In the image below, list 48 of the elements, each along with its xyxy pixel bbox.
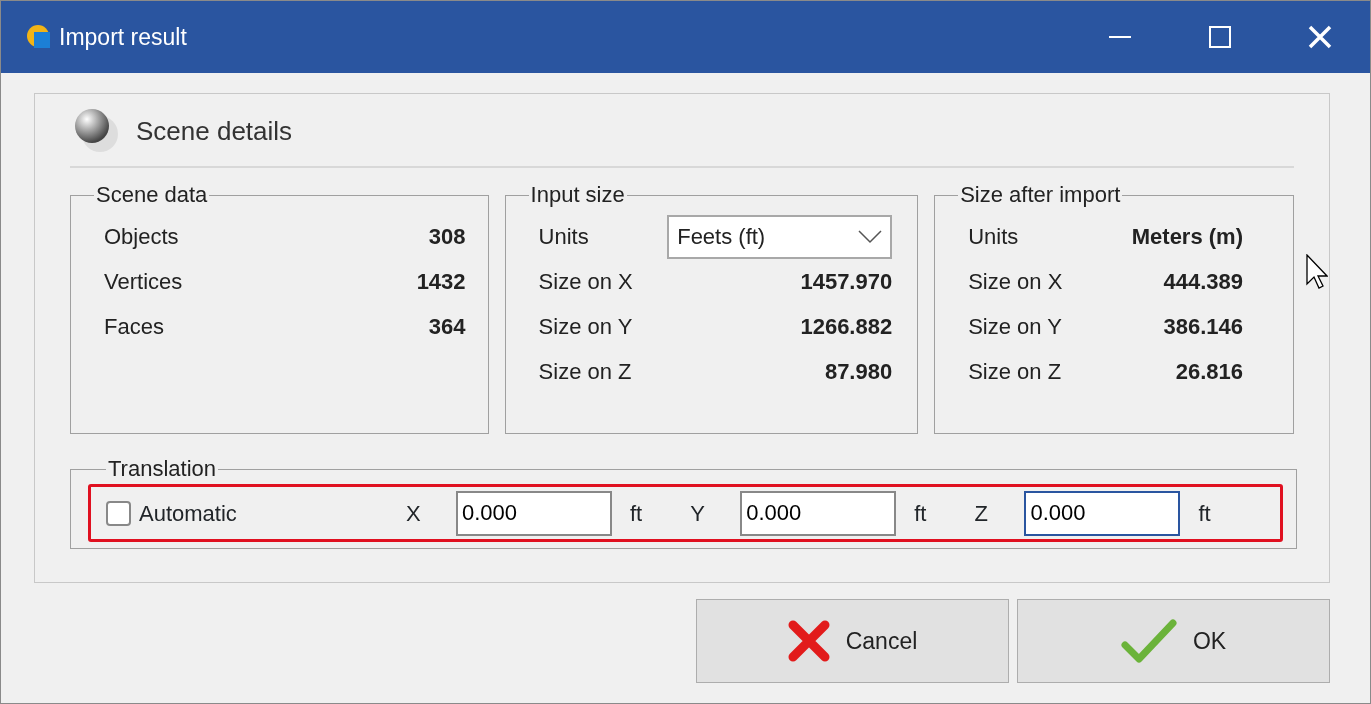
field-value: 364: [428, 313, 466, 341]
field-label: Faces: [104, 313, 164, 341]
unit-label: ft: [1198, 499, 1211, 528]
maximize-icon: [1209, 26, 1231, 48]
field-label: Size on Y: [968, 313, 1062, 341]
close-icon: [1308, 25, 1332, 49]
app-icon: [25, 24, 51, 50]
number-field[interactable]: 0.000: [740, 490, 897, 536]
minimize-icon: [1109, 35, 1131, 39]
field-value: 444.389: [1163, 268, 1243, 296]
group-title: Translation: [107, 458, 217, 480]
field-label: Size on Z: [968, 358, 1062, 386]
field-label: Size on X: [538, 268, 633, 296]
unit-label: ft: [914, 499, 927, 528]
window-title: Import result: [59, 22, 187, 52]
axis-label: Y: [690, 499, 706, 528]
section-title: Scene details: [136, 114, 293, 148]
cross-icon: [787, 620, 830, 662]
axis-label: Z: [974, 499, 989, 528]
ok-button[interactable]: OK: [1017, 599, 1330, 683]
number-field[interactable]: 0.000: [456, 490, 612, 536]
field-value: 386.146: [1163, 313, 1243, 341]
field-label: Vertices: [104, 268, 183, 296]
field-label: Size on Y: [538, 313, 633, 341]
number-field[interactable]: 0.000: [1024, 490, 1181, 536]
axis-label: X: [406, 499, 422, 528]
group-title: Input size: [529, 184, 626, 206]
checkmark-icon: [1120, 619, 1177, 663]
cancel-button[interactable]: Cancel: [696, 599, 1009, 683]
field-label: Size on X: [968, 268, 1063, 296]
field-value: 1457.970: [800, 268, 893, 296]
field-label: Objects: [104, 223, 179, 251]
mouse-pointer-icon: [1306, 254, 1328, 290]
group-title: Size after import: [959, 184, 1122, 206]
field-label: Units: [538, 223, 589, 251]
field-label: Units: [968, 223, 1019, 251]
field-label: Size on Z: [538, 358, 632, 386]
field-value: 308: [428, 223, 466, 251]
field-value: 26.816: [1175, 358, 1243, 386]
unit-label: ft: [630, 499, 643, 528]
field-value: 87.980: [824, 358, 893, 386]
units-dropdown[interactable]: Feets (ft): [667, 214, 893, 259]
group-title: Scene data: [95, 184, 209, 206]
chevron-down-icon: [858, 229, 883, 244]
automatic-checkbox[interactable]: Automatic: [106, 496, 406, 530]
field-value: 1432: [416, 268, 466, 296]
field-value: 1266.882: [800, 313, 893, 341]
field-value: Meters (m): [1131, 223, 1243, 251]
